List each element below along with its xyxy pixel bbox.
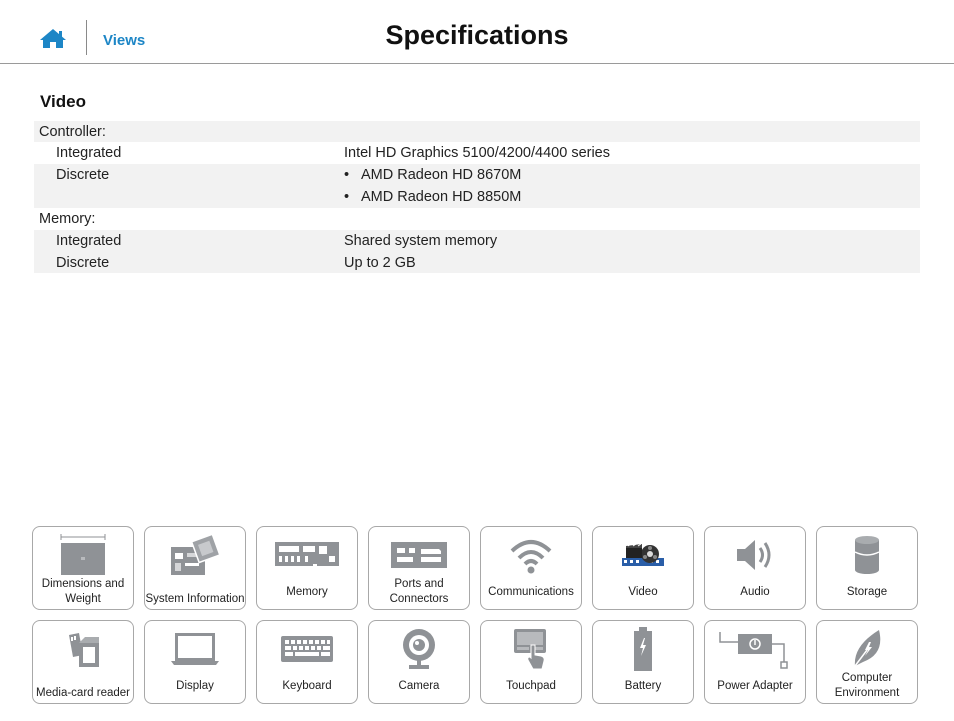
speaker-icon <box>705 531 805 579</box>
webcam-icon <box>369 625 469 673</box>
tile-battery[interactable]: Battery <box>592 620 694 704</box>
table-row-controller-integrated: Integrated Intel HD Graphics 5100/4200/4… <box>34 142 920 164</box>
row-value: Up to 2 GB <box>344 255 416 271</box>
tile-system-information[interactable]: System Information <box>144 526 246 610</box>
tile-label: Memory <box>286 585 328 598</box>
tile-memory[interactable]: Memory <box>256 526 358 610</box>
section-title: Video <box>40 92 86 111</box>
tile-label: Media-card reader <box>36 686 130 699</box>
tile-video[interactable]: Video <box>592 526 694 610</box>
tile-computer-environment[interactable]: Computer Environment <box>816 620 918 704</box>
tile-label: Video <box>628 585 658 598</box>
tile-keyboard[interactable]: Keyboard <box>256 620 358 704</box>
table-row-memory-discrete: Discrete Up to 2 GB <box>34 252 920 273</box>
bullet-dot: • <box>344 189 350 205</box>
row-label: Controller: <box>39 124 106 140</box>
tile-label: Computer Environment <box>834 672 900 699</box>
media-card-icon <box>33 625 133 673</box>
tile-label: System Information <box>145 592 245 605</box>
bullet-text: AMD Radeon HD 8850M <box>361 189 522 205</box>
tile-communications[interactable]: Communications <box>480 526 582 610</box>
tile-storage[interactable]: Storage <box>816 526 918 610</box>
tile-label: Battery <box>624 679 662 692</box>
tile-label: Ports and Connectors <box>389 578 449 605</box>
tile-label: Power Adapter <box>717 679 793 692</box>
tile-label: Touchpad <box>506 679 556 692</box>
tile-label: Dimensions and Weight <box>41 578 125 605</box>
video-spec-table: Controller: Integrated Intel HD Graphics… <box>34 121 920 273</box>
row-label: Memory: <box>39 211 96 227</box>
tile-label: Display <box>176 679 214 692</box>
system-board-icon <box>145 531 245 579</box>
tile-label: Storage <box>846 585 888 598</box>
row-label: Discrete <box>56 167 110 183</box>
row-value: Intel HD Graphics 5100/4200/4400 series <box>344 145 610 161</box>
page-title: Specifications <box>385 20 569 50</box>
tile-label: Audio <box>740 585 770 598</box>
wifi-icon <box>481 531 581 579</box>
table-row-memory: Memory: <box>34 208 920 230</box>
tile-label: Camera <box>398 679 440 692</box>
memory-module-icon <box>257 531 357 579</box>
leaf-icon <box>817 625 917 673</box>
row-label: Discrete <box>56 255 110 271</box>
laptop-dimensions-icon <box>33 531 133 579</box>
tile-audio[interactable]: Audio <box>704 526 806 610</box>
header-bar: Views Specifications <box>0 0 954 64</box>
tile-ports-and-connectors[interactable]: Ports and Connectors <box>368 526 470 610</box>
tile-dimensions-and-weight[interactable]: Dimensions and Weight <box>32 526 134 610</box>
touchpad-icon <box>481 625 581 673</box>
bullet-item: • AMD Radeon HD 8850M <box>344 189 521 205</box>
ports-icon <box>369 531 469 579</box>
tile-touchpad[interactable]: Touchpad <box>480 620 582 704</box>
row-label: Integrated <box>56 145 122 161</box>
tile-power-adapter[interactable]: Power Adapter <box>704 620 806 704</box>
laptop-display-icon <box>145 625 245 673</box>
row-label: Integrated <box>56 233 122 249</box>
keyboard-icon <box>257 625 357 673</box>
tile-display[interactable]: Display <box>144 620 246 704</box>
video-film-icon <box>593 531 693 579</box>
tile-camera[interactable]: Camera <box>368 620 470 704</box>
bullet-item: • AMD Radeon HD 8670M <box>344 167 521 183</box>
storage-cylinder-icon <box>817 531 917 579</box>
table-row-memory-integrated: Integrated Shared system memory <box>34 230 920 252</box>
row-value: Shared system memory <box>344 233 498 249</box>
battery-icon <box>593 625 693 673</box>
tile-media-card-reader[interactable]: Media-card reader <box>32 620 134 704</box>
table-row-controller-discrete: Discrete • AMD Radeon HD 8670M • AMD Radeo… <box>34 164 920 208</box>
bullet-text: AMD Radeon HD 8670M <box>361 167 522 183</box>
tile-label: Communications <box>488 585 574 598</box>
power-adapter-icon <box>705 625 805 673</box>
table-row-controller: Controller: <box>34 121 920 142</box>
tile-label: Keyboard <box>282 679 332 692</box>
bullet-dot: • <box>344 167 350 183</box>
